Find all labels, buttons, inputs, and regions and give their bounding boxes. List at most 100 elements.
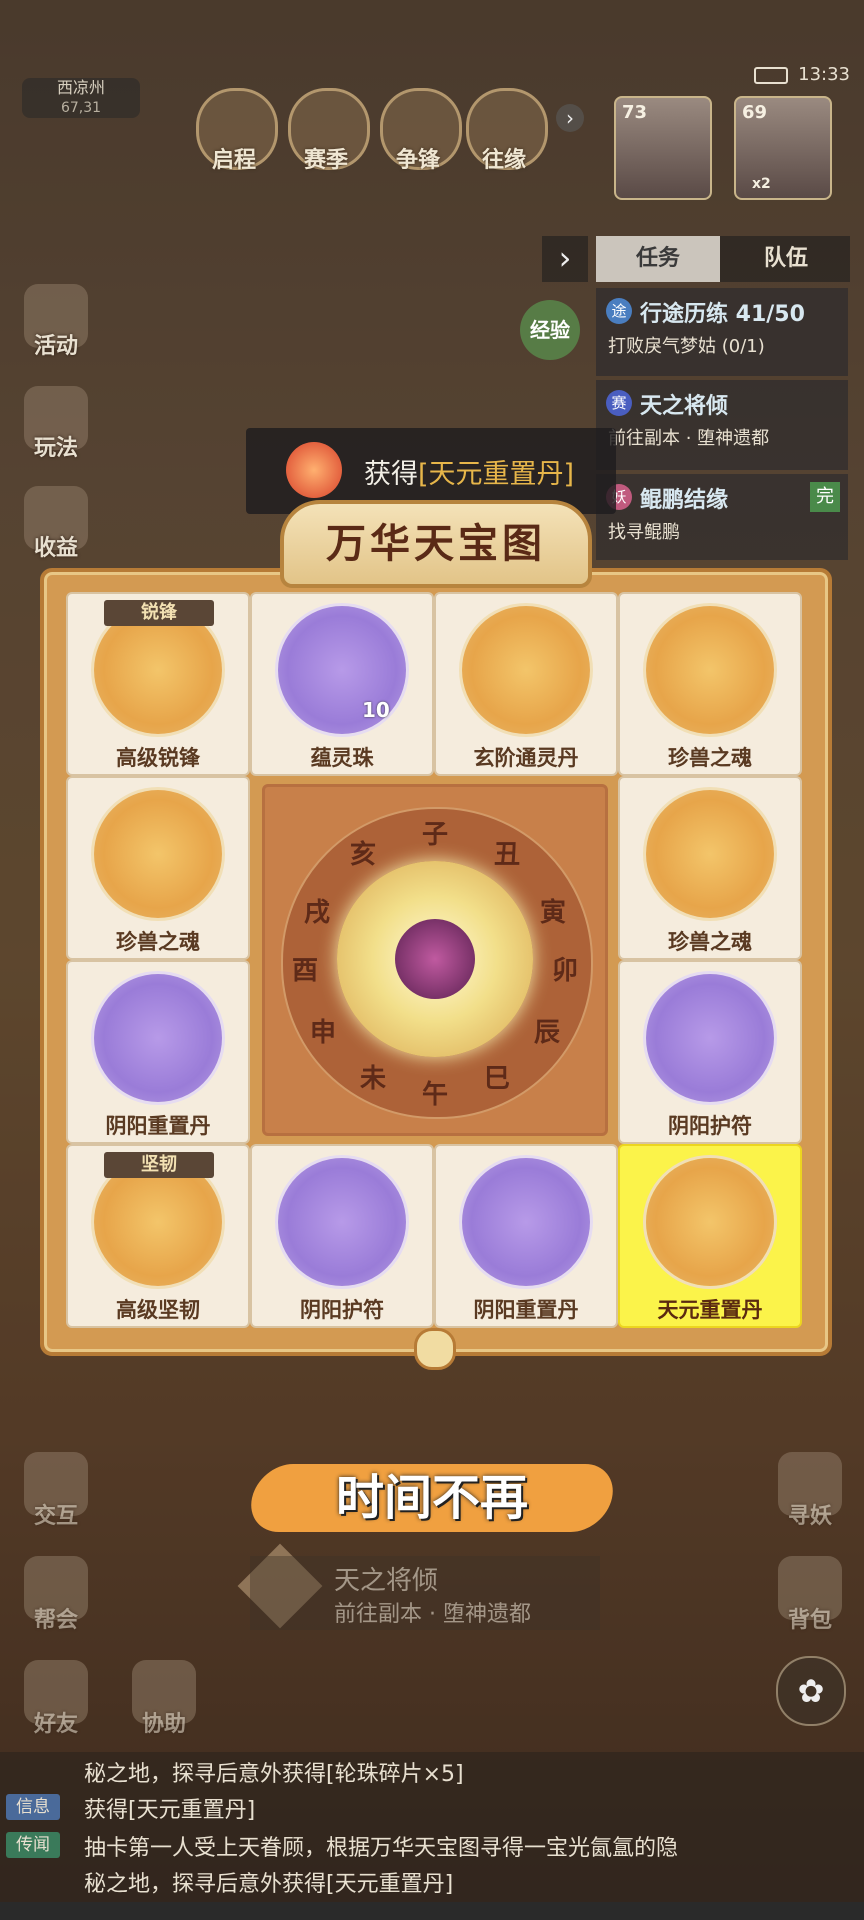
battery-icon [754,66,789,84]
cell-label: 珍兽之魂 [668,930,752,954]
exp-button[interactable]: 经验 [520,300,580,360]
chat-line: 获得[天元重置丹] [84,1798,256,1823]
top-menu-journey[interactable]: 启程 [196,88,279,174]
cell-label: 天元重置丹 [657,1298,763,1322]
zodiac-si: 巳 [483,1064,510,1094]
purple-orb-icon [395,919,475,999]
purple-orb-icon [646,606,774,734]
board-cell[interactable]: 阴阳重置丹 [66,960,250,1144]
sidebar-item-assist[interactable]: 协助 [124,1660,204,1738]
zodiac-zi: 子 [421,820,448,850]
cell-label: 珍兽之魂 [116,930,200,954]
cell-label: 阴阳护符 [300,1298,384,1322]
task-item[interactable]: 妖 鲲鹏结缘 找寻鲲鹏 完 [596,474,848,560]
sidebar-item-friends[interactable]: 好友 [16,1660,96,1738]
red-orb-icon [286,442,342,498]
task-badge: 赛 [606,390,632,416]
sidebar-item-interact[interactable]: 交互 [16,1452,96,1530]
location-coords: 67,31 [60,100,102,116]
cell-label: 玄阶通灵丹 [473,746,579,770]
task-complete-badge: 完 [810,482,840,512]
board-cell[interactable]: 珍兽之魂 [66,776,250,960]
cell-label: 高级锐锋 [116,746,200,770]
task-sub: 打败戾气梦姑 (0/1) [608,336,765,357]
cell-label: 蕴灵珠 [310,746,374,770]
task-badge: 途 [606,298,632,324]
zodiac-you: 酉 [291,956,318,986]
player-count: x2 [752,176,771,192]
clock: 13:33 [798,64,850,85]
zodiac-wei: 未 [359,1064,386,1094]
cell-tag: 坚韧 [104,1152,214,1178]
bottom-bar [0,1902,864,1920]
task-title: 鲲鹏结缘 [640,488,729,513]
zodiac-yin: 寅 [539,898,566,928]
collapse-panel-button[interactable]: › [542,236,588,282]
cell-label: 阴阳重置丹 [105,1114,211,1138]
zodiac-shen: 申 [309,1018,336,1048]
zodiac-xu: 戌 [303,898,330,928]
location-indicator[interactable]: 西凉州 67,31 [22,78,140,118]
chat-tag-info: 信息 [6,1794,60,1820]
zodiac-hai: 亥 [349,840,376,870]
sidebar-item-guild[interactable]: 帮会 [16,1556,96,1634]
cell-label: 珍兽之魂 [668,746,752,770]
slogan-text: 时间不再 [335,1470,528,1526]
chat-box[interactable]: 秘之地，探寻后意外获得[轮珠碎片×5] 信息 获得[天元重置丹] 传闻 抽卡第一… [0,1752,864,1902]
zodiac-mao: 卯 [551,956,578,986]
red-orb-icon [646,1158,774,1286]
zodiac-wu: 午 [421,1080,448,1110]
player-avatar[interactable]: 69 x2 [734,96,832,200]
board-cell[interactable]: 珍兽之魂 [618,592,802,776]
task-item[interactable]: 赛 天之将倾 前往副本 · 堕神遗都 [596,380,848,470]
party-member-avatar[interactable]: 73 [614,96,712,200]
tab-tasks[interactable]: 任务 [596,236,720,282]
board-title: 万华天宝图 [280,500,592,588]
task-title: 行途历练 41/50 [640,302,805,327]
task-title: 天之将倾 [640,394,729,419]
board-cell[interactable]: 阴阳护符 [250,1144,434,1328]
purple-orb-icon [94,790,222,918]
pill-orb-icon [462,1158,590,1286]
bottom-quest[interactable]: 天之将倾 前往副本 · 堕神遗都 [250,1556,600,1630]
board-cell[interactable]: 玄阶通灵丹 [434,592,618,776]
bottom-quest-sub: 前往副本 · 堕神遗都 [334,1602,531,1627]
board-cell[interactable]: 坚韧 高级坚韧 [66,1144,250,1328]
zodiac-chou: 丑 [493,840,520,870]
toast-text: 获得[天元重置丹] [364,459,575,490]
sidebar-item-activity[interactable]: 活动 [16,284,96,360]
amulet-icon [278,1158,406,1286]
board-cell[interactable]: 10 蕴灵珠 [250,592,434,776]
flower-menu-icon[interactable]: ✿ [776,1656,846,1726]
blue-orb-icon [462,606,590,734]
task-tabs: 任务 队伍 [596,236,850,282]
chat-line: 抽卡第一人受上天眷顾，根据万华天宝图寻得一宝光氤氲的隐 [84,1836,679,1861]
party-member-level: 73 [622,102,648,123]
top-menu-contest[interactable]: 争锋 [380,88,463,174]
task-sub: 前往副本 · 堕神遗都 [608,428,770,449]
board-cell[interactable]: 锐锋 高级锐锋 [66,592,250,776]
task-sub: 找寻鲲鹏 [608,522,680,543]
chevron-right-icon[interactable]: › [556,104,584,132]
purple-orb-icon [646,790,774,918]
board-cell-selected[interactable]: 天元重置丹 [618,1144,802,1328]
cell-label: 阴阳护符 [668,1114,752,1138]
sidebar-item-bag[interactable]: 背包 [770,1556,850,1634]
chat-tag-rumor: 传闻 [6,1832,60,1858]
center-orb [337,861,533,1057]
bottom-quest-title: 天之将倾 [334,1566,439,1596]
top-menu-season[interactable]: 赛季 [288,88,371,174]
task-item[interactable]: 途 行途历练 41/50 打败戾气梦姑 (0/1) [596,288,848,376]
top-menu-bond[interactable]: 往缘 [466,88,549,174]
zodiac-dial[interactable]: 子 丑 寅 卯 辰 巳 午 未 申 酉 戌 亥 [262,784,608,1136]
board-cell[interactable]: 珍兽之魂 [618,776,802,960]
sidebar-item-earnings[interactable]: 收益 [16,486,96,562]
board-cell[interactable]: 阴阳护符 [618,960,802,1144]
sidebar-item-seek-demon[interactable]: 寻妖 [770,1452,850,1530]
tab-team[interactable]: 队伍 [724,236,848,282]
chat-line: 秘之地，探寻后意外获得[天元重置丹] [84,1872,454,1897]
sidebar-item-gameplay[interactable]: 玩法 [16,386,96,462]
amulet-icon [646,974,774,1102]
location-name: 西凉州 [56,78,105,97]
board-cell[interactable]: 阴阳重置丹 [434,1144,618,1328]
